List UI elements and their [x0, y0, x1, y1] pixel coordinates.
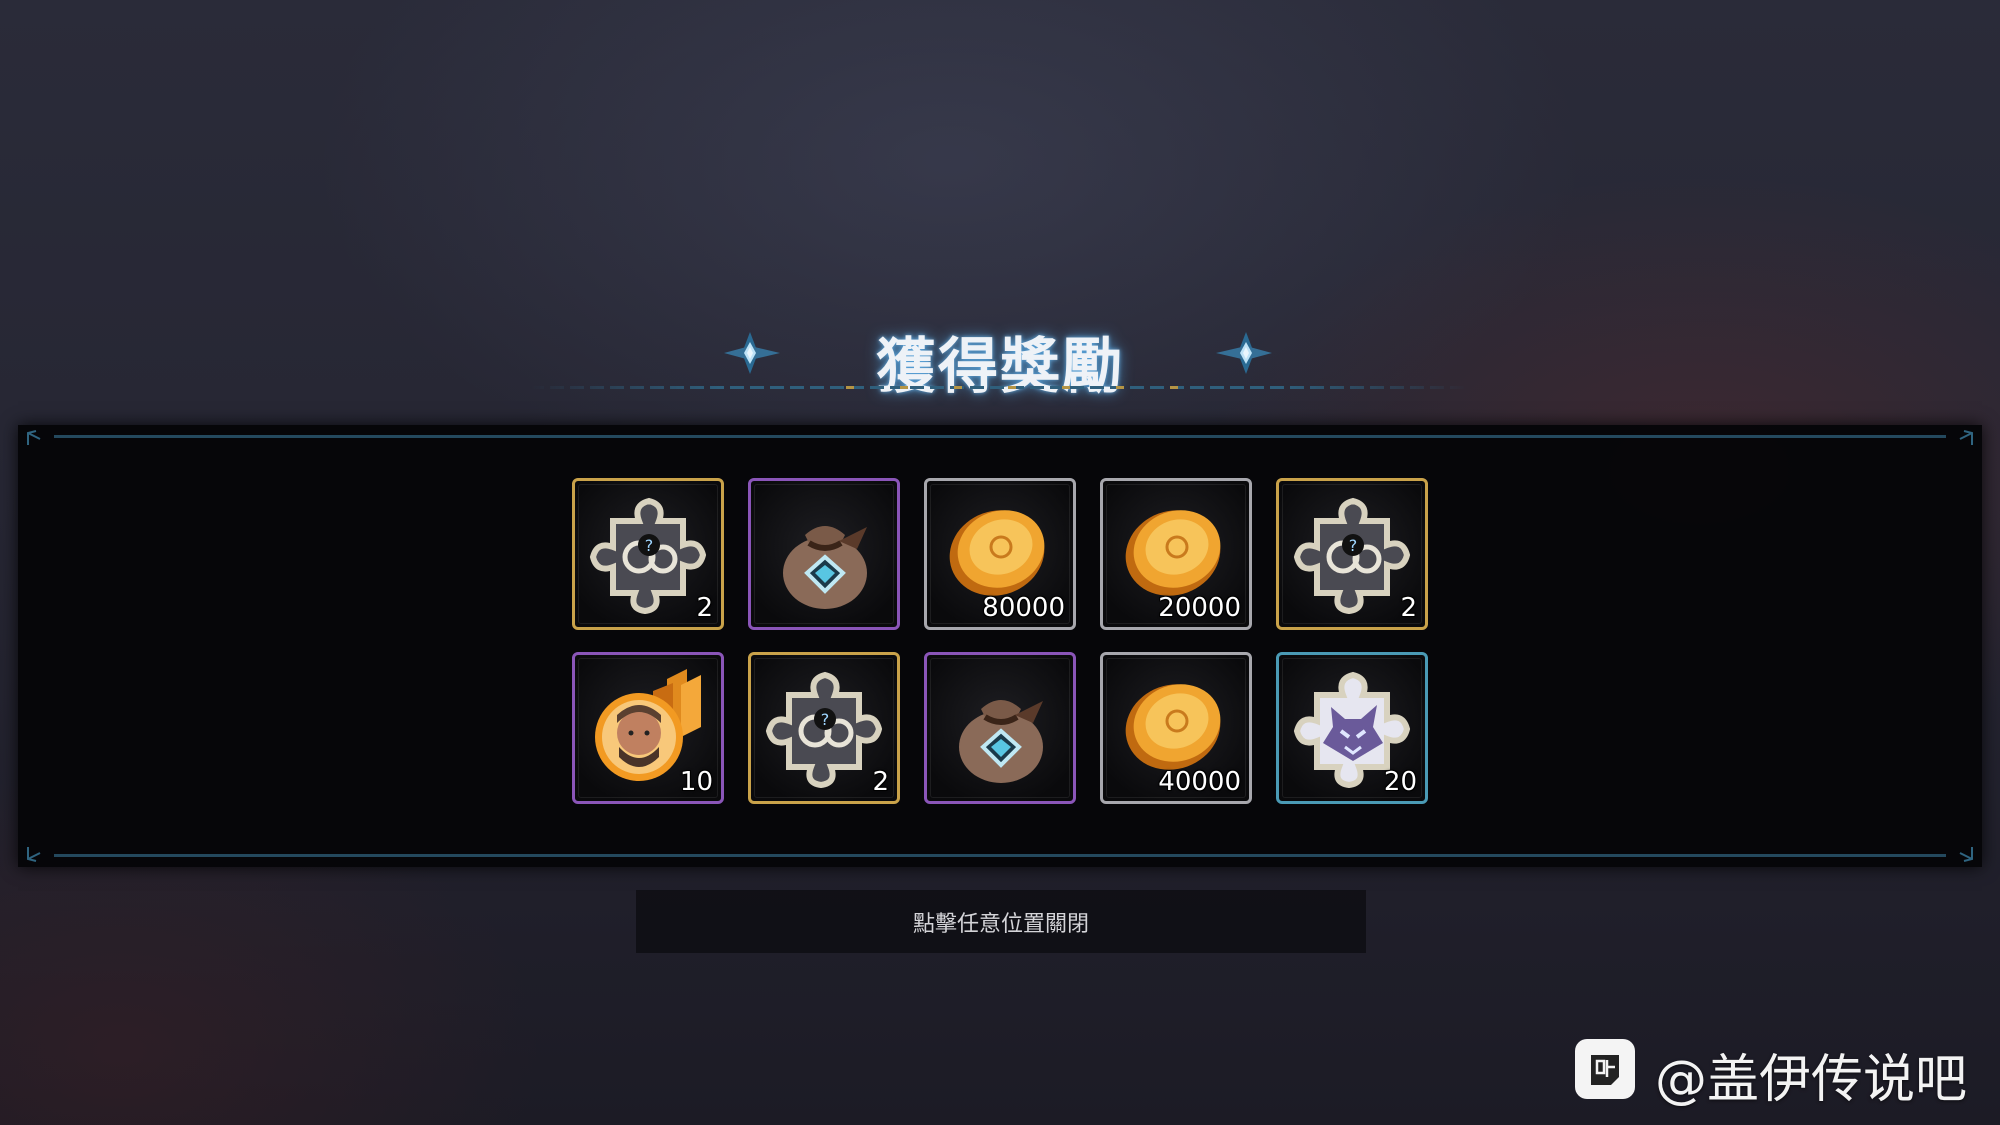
close-hint-bar[interactable]: 點擊任意位置關閉 — [636, 890, 1366, 953]
reward-item[interactable]: 80000 — [924, 478, 1076, 630]
item-quantity: 40000 — [1158, 767, 1241, 797]
reward-item[interactable]: ? 2 — [1276, 478, 1428, 630]
page-title: 獲得獎勵 — [876, 332, 1124, 402]
reward-item[interactable]: 40000 — [1100, 652, 1252, 804]
item-quantity: 2 — [1400, 593, 1417, 623]
corner-ornament-icon — [27, 847, 41, 862]
reward-item[interactable]: ? 2 — [748, 652, 900, 804]
panel-border-bottom — [54, 854, 1946, 857]
svg-text:?: ? — [1349, 536, 1358, 555]
reward-item[interactable] — [748, 478, 900, 630]
corner-ornament-icon — [1959, 847, 1973, 862]
item-quantity: 20000 — [1158, 593, 1241, 623]
close-hint-text: 點擊任意位置關閉 — [912, 911, 1089, 937]
reward-header: 獲得獎勵 — [0, 300, 2000, 402]
item-quantity: 10 — [679, 767, 713, 797]
item-quantity: 20 — [1383, 767, 1417, 797]
tieba-logo-icon — [1575, 1039, 1635, 1099]
item-quantity: 80000 — [982, 593, 1065, 623]
reward-item[interactable]: ? 2 — [572, 478, 724, 630]
reward-item[interactable]: 20 — [1276, 652, 1428, 804]
watermark: @盖伊传说吧 — [1575, 1035, 1975, 1110]
reward-item[interactable]: 20000 — [1100, 478, 1252, 630]
item-quantity: 2 — [696, 593, 713, 623]
reward-panel: ? 2 80000 20000 ? 2 10 ? 2 40000 20 — [18, 425, 1982, 867]
compass-star-icon — [1216, 332, 1272, 374]
reward-item[interactable] — [924, 652, 1076, 804]
item-quantity: 2 — [872, 767, 889, 797]
title-divider-dots — [800, 386, 1200, 389]
gem-bag-icon — [783, 526, 867, 609]
corner-ornament-icon — [27, 430, 41, 445]
corner-ornament-icon — [1959, 430, 1973, 445]
reward-item[interactable]: 10 — [572, 652, 724, 804]
reward-grid: ? 2 80000 20000 ? 2 10 ? 2 40000 20 — [572, 478, 1428, 804]
svg-text:?: ? — [821, 710, 830, 729]
gem-bag-icon — [959, 700, 1043, 783]
watermark-text: @盖伊传说吧 — [1655, 1050, 1968, 1110]
svg-text:?: ? — [645, 536, 654, 555]
panel-border-top — [54, 435, 1946, 438]
